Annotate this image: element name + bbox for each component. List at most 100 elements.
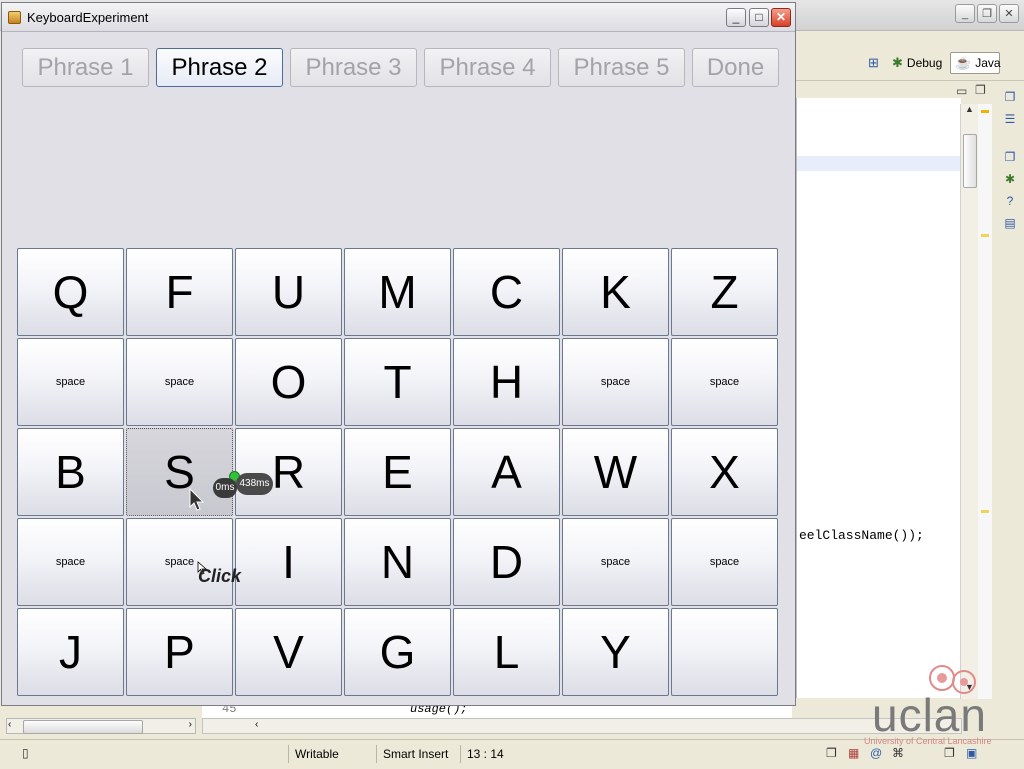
phrase-button-3[interactable]: Phrase 3: [290, 48, 417, 87]
timer-start-badge: 0ms: [213, 478, 237, 498]
java-app-icon: [8, 11, 21, 24]
scrollbar-thumb[interactable]: [23, 720, 143, 734]
key-l[interactable]: L: [453, 608, 560, 696]
editor-vertical-scrollbar[interactable]: ▲ ▼: [960, 104, 978, 699]
phrase-button-1[interactable]: Phrase 1: [22, 48, 149, 87]
key-label: Y: [600, 626, 631, 678]
keyboard-experiment-window: KeyboardExperiment _ □ ✕ Phrase 1 Phrase …: [1, 2, 796, 706]
fast-view-icon[interactable]: ▯: [22, 746, 29, 760]
horizontal-scrollbar[interactable]: ‹ ›: [6, 718, 196, 734]
key-label: P: [164, 626, 195, 678]
ruler-warning-mark[interactable]: [981, 110, 989, 113]
space-key[interactable]: space: [17, 338, 124, 426]
insert-mode-status: Smart Insert: [376, 745, 459, 763]
open-perspective-icon[interactable]: ⊞: [868, 56, 879, 70]
maximize-button[interactable]: □: [749, 8, 769, 27]
key-b[interactable]: B: [17, 428, 124, 516]
key-label: B: [55, 446, 86, 498]
key-c[interactable]: C: [453, 248, 560, 336]
close-button[interactable]: ✕: [771, 8, 791, 27]
java-perspective-icon: ☕: [955, 55, 972, 70]
key-label: G: [379, 626, 416, 678]
scrollbar-thumb[interactable]: [963, 134, 977, 188]
key-label: U: [271, 266, 306, 318]
timer-elapsed-badge: 438ms: [236, 473, 273, 495]
key-p[interactable]: P: [126, 608, 233, 696]
phrase-button-5[interactable]: Phrase 5: [558, 48, 685, 87]
key-g[interactable]: G: [344, 608, 451, 696]
key-s[interactable]: S: [126, 428, 233, 516]
phrase-button-2[interactable]: Phrase 2: [156, 48, 283, 87]
key-f[interactable]: F: [126, 248, 233, 336]
space-key[interactable]: space: [126, 518, 233, 606]
key-a[interactable]: A: [453, 428, 560, 516]
scroll-left-icon[interactable]: ‹: [255, 719, 258, 730]
restore-view-icon[interactable]: ❐: [826, 746, 837, 760]
restore-view-icon[interactable]: ❐: [1002, 150, 1018, 166]
ide-close-button[interactable]: ✕: [999, 4, 1019, 23]
key-m[interactable]: M: [344, 248, 451, 336]
key-u[interactable]: U: [235, 248, 342, 336]
editor-maximize-icon[interactable]: ❐: [975, 83, 986, 97]
key-k[interactable]: K: [562, 248, 669, 336]
key-o[interactable]: O: [235, 338, 342, 426]
key-e[interactable]: E: [344, 428, 451, 516]
tasks-icon[interactable]: ▦: [848, 746, 859, 760]
key-h[interactable]: H: [453, 338, 560, 426]
debug-bug-icon: ✱: [892, 55, 903, 70]
key-i[interactable]: I: [235, 518, 342, 606]
code-line: eelClassName());: [799, 528, 924, 543]
scroll-left-icon[interactable]: ‹: [8, 719, 11, 730]
key-n[interactable]: N: [344, 518, 451, 606]
blank-key[interactable]: [671, 608, 778, 696]
ruler-mark[interactable]: [981, 234, 989, 237]
package-explorer-bottom: ‹ ›: [6, 708, 196, 736]
perspective-switcher: ⊞ ✱ Debug ☕ Java: [796, 46, 1024, 81]
space-key[interactable]: space: [17, 518, 124, 606]
key-z[interactable]: Z: [671, 248, 778, 336]
space-key[interactable]: space: [562, 518, 669, 606]
debug-view-icon[interactable]: ✱: [1002, 172, 1018, 188]
ide-right-trim: ❐ ☰ ❐ ✱ ? ▤: [996, 84, 1024, 264]
restore-view-icon[interactable]: ❐: [1002, 90, 1018, 106]
key-v[interactable]: V: [235, 608, 342, 696]
space-key[interactable]: space: [126, 338, 233, 426]
phrase-button-4[interactable]: Phrase 4: [424, 48, 551, 87]
key-r[interactable]: R: [235, 428, 342, 516]
key-d[interactable]: D: [453, 518, 560, 606]
done-button[interactable]: Done: [692, 48, 779, 87]
ide-minimize-button[interactable]: _: [955, 4, 975, 23]
key-j[interactable]: J: [17, 608, 124, 696]
help-view-icon[interactable]: ?: [1002, 194, 1018, 210]
app-titlebar[interactable]: KeyboardExperiment _ □ ✕: [2, 3, 795, 32]
debug-perspective-button[interactable]: ✱ Debug: [888, 52, 946, 74]
key-w[interactable]: W: [562, 428, 669, 516]
key-x[interactable]: X: [671, 428, 778, 516]
scroll-up-icon[interactable]: ▲: [963, 104, 976, 118]
key-label: D: [489, 536, 524, 588]
java-perspective-button[interactable]: ☕ Java: [950, 52, 1001, 74]
minimize-button[interactable]: _: [726, 8, 746, 27]
scroll-right-icon[interactable]: ›: [189, 719, 192, 730]
key-label: Z: [710, 266, 739, 318]
overview-ruler[interactable]: [978, 104, 992, 699]
editor-horizontal-scrollbar[interactable]: ‹: [202, 718, 962, 734]
key-label: C: [489, 266, 524, 318]
key-label: W: [593, 446, 638, 498]
key-label: S: [164, 446, 195, 498]
key-q[interactable]: Q: [17, 248, 124, 336]
key-label: T: [383, 356, 412, 408]
space-key[interactable]: space: [671, 518, 778, 606]
ruler-mark[interactable]: [981, 510, 989, 513]
key-label: M: [378, 266, 417, 318]
space-key[interactable]: space: [562, 338, 669, 426]
space-key[interactable]: space: [671, 338, 778, 426]
ide-restore-button[interactable]: ❐: [977, 4, 997, 23]
key-label: space: [164, 376, 195, 388]
console-view-icon[interactable]: ▤: [1002, 216, 1018, 232]
key-t[interactable]: T: [344, 338, 451, 426]
key-y[interactable]: Y: [562, 608, 669, 696]
outline-view-icon[interactable]: ☰: [1002, 112, 1018, 128]
code-editor[interactable]: eelClassName());: [796, 98, 961, 698]
editor-minimize-icon[interactable]: ▭: [956, 84, 967, 98]
